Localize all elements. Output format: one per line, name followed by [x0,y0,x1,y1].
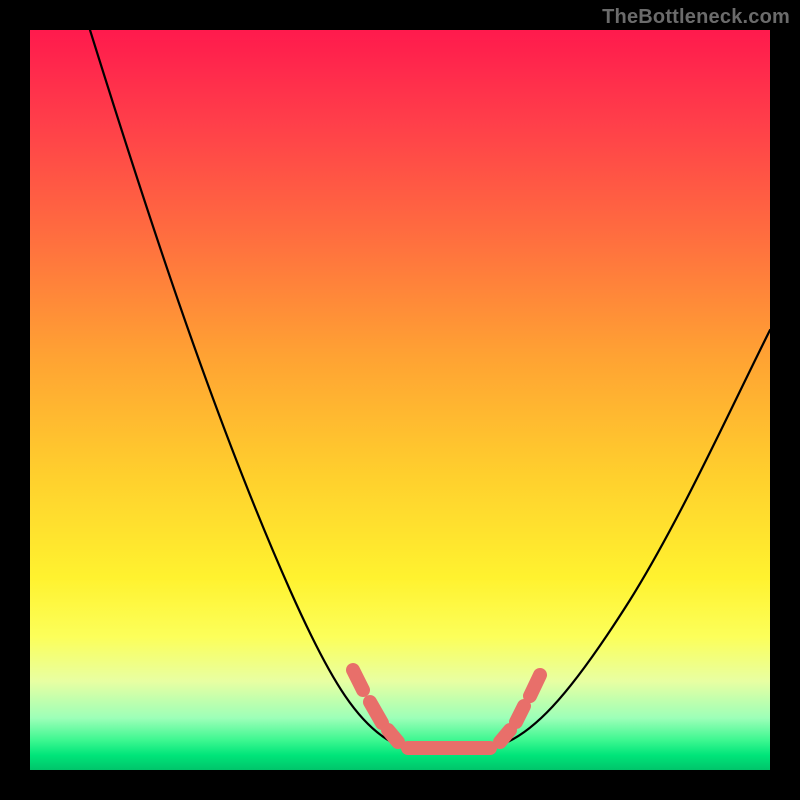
marker-left-lower [388,730,398,742]
marker-right-upper [530,675,540,696]
curve-layer [30,30,770,770]
marker-right-lower [500,730,510,742]
outer-frame: TheBottleneck.com [0,0,800,800]
marker-right-mid [516,706,524,722]
watermark-text: TheBottleneck.com [602,6,790,29]
marker-left-mid [370,702,382,723]
bottleneck-curve [90,30,770,752]
marker-left-upper [353,670,363,690]
plot-area [30,30,770,770]
